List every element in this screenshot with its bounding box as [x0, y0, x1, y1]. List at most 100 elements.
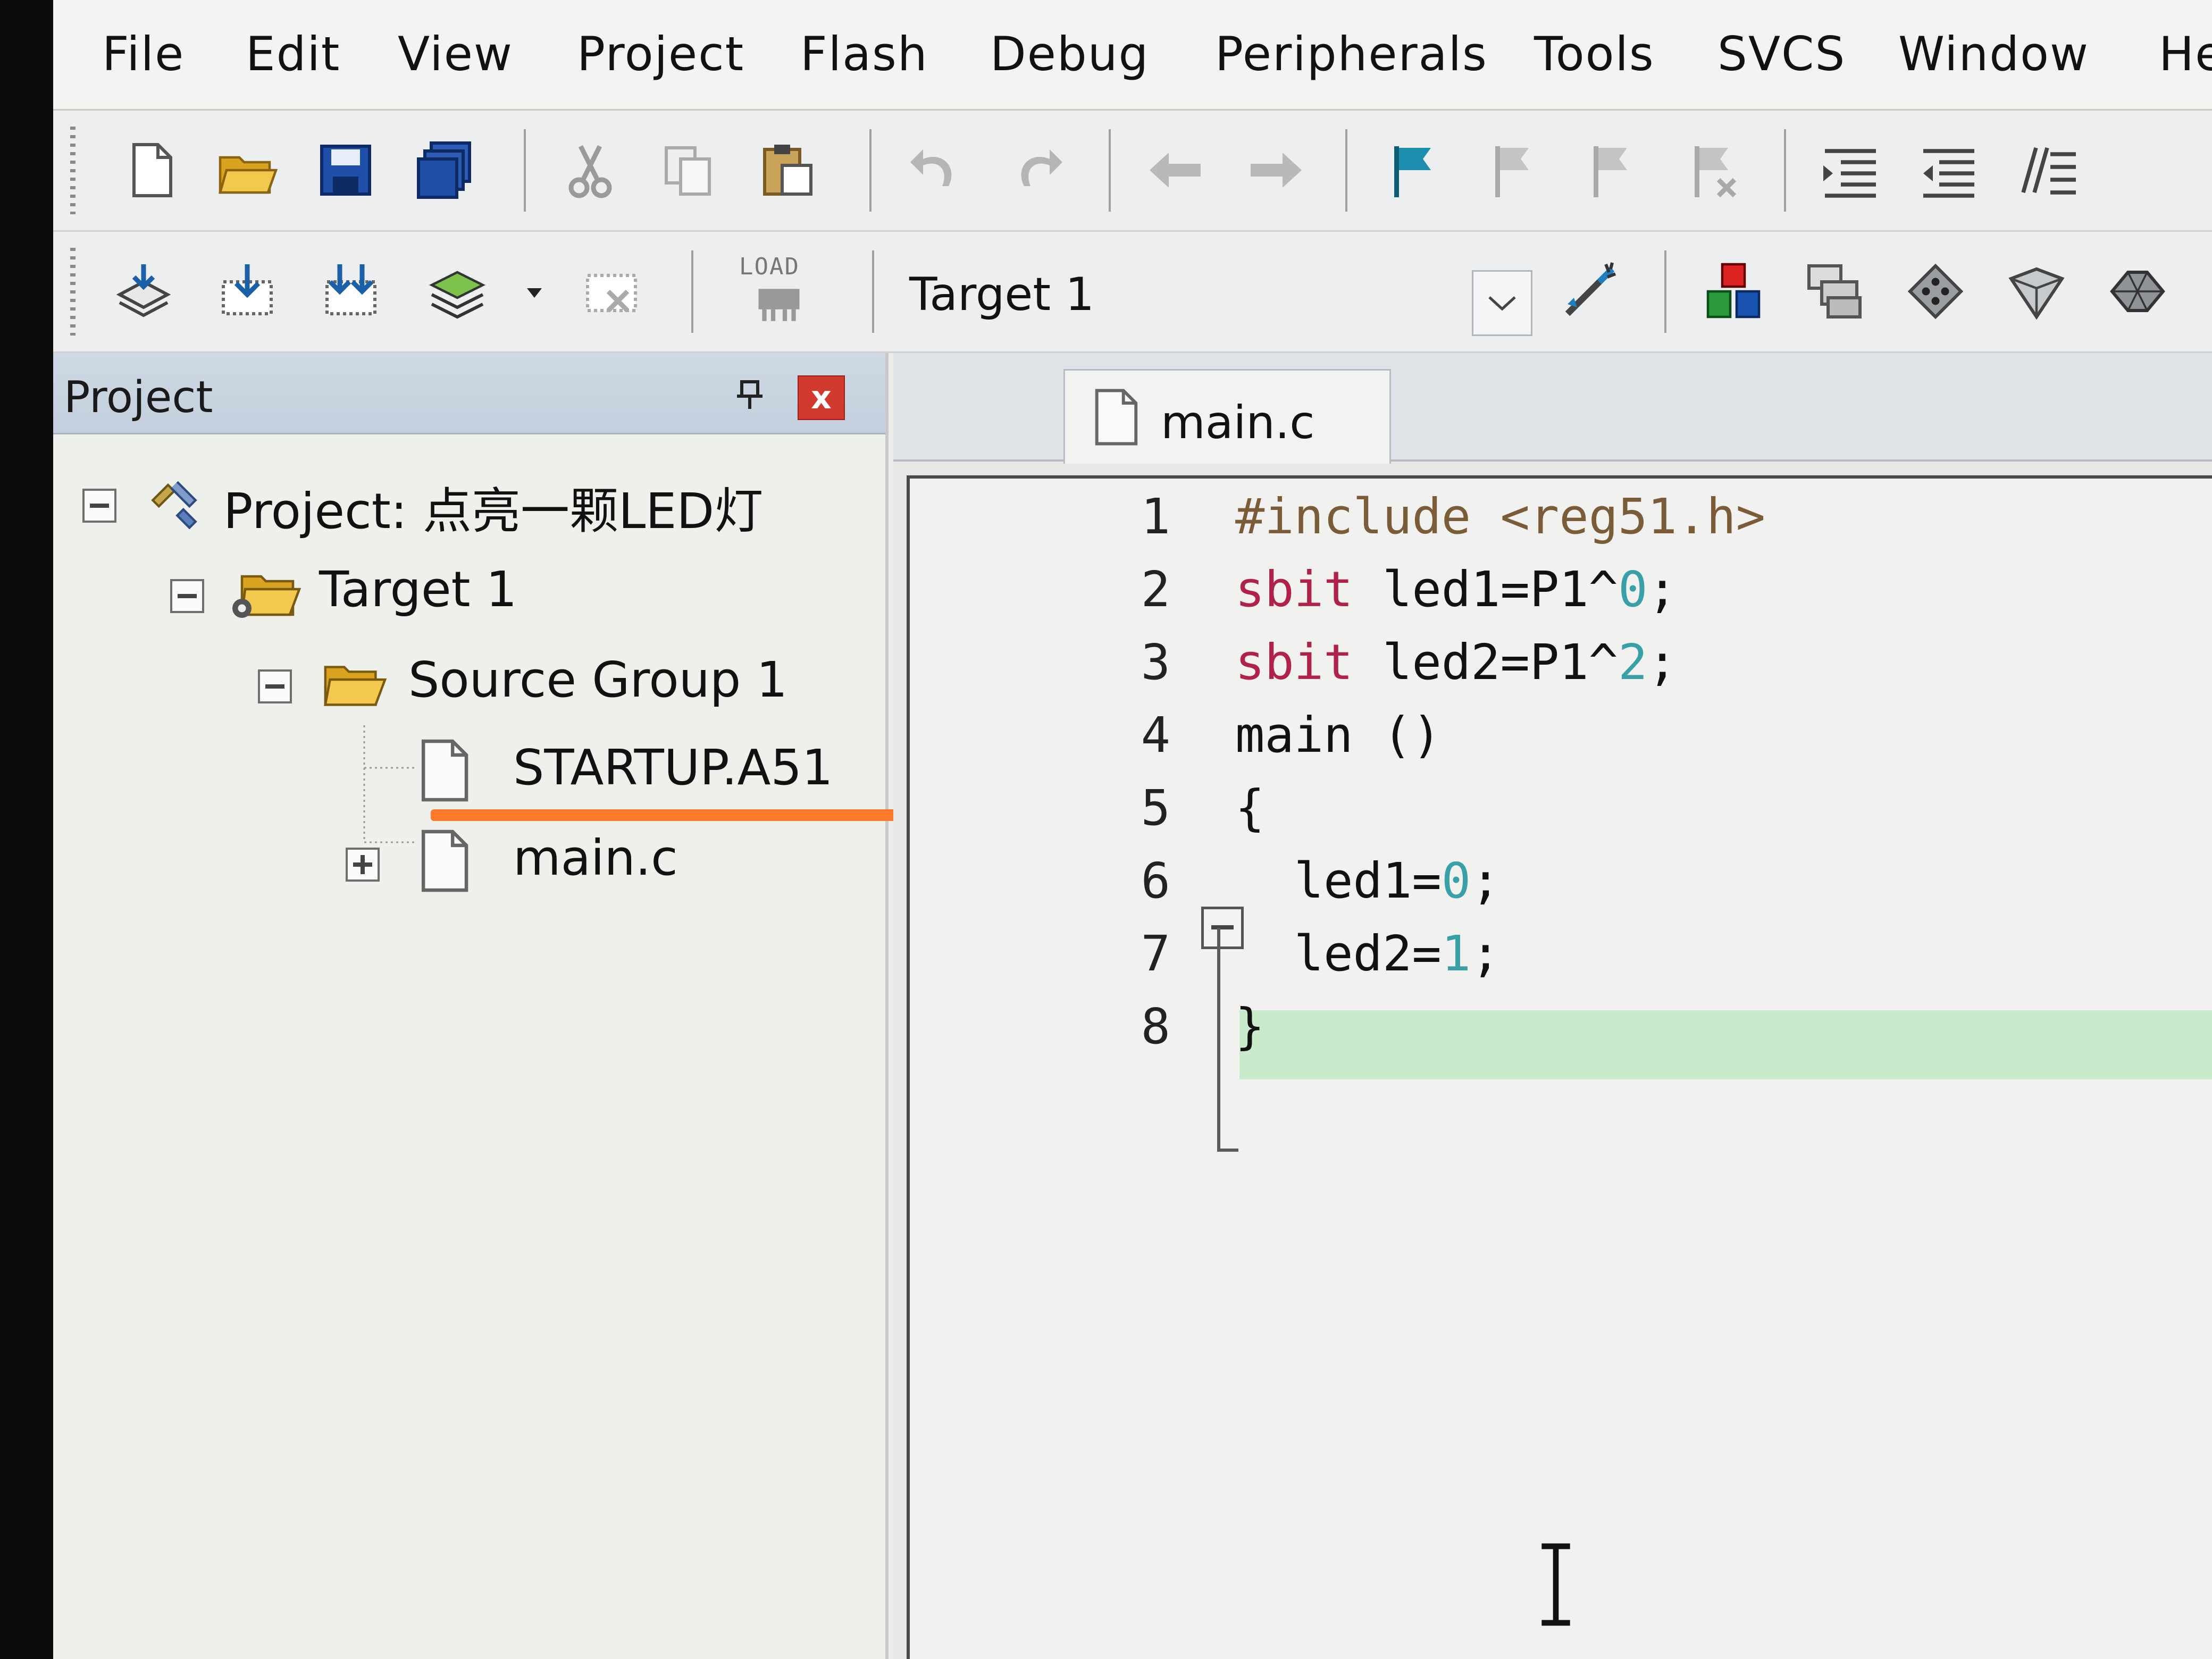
menu-edit[interactable]: Edit: [246, 27, 340, 81]
menu-file[interactable]: File: [102, 27, 185, 81]
build-toolbar: LOAD Target 1: [53, 232, 2212, 353]
expand-toggle[interactable]: [346, 848, 380, 882]
translate-icon[interactable]: [112, 259, 175, 323]
number-token: 0: [1441, 852, 1471, 909]
build-icon[interactable]: [215, 259, 279, 323]
tree-source-group[interactable]: Source Group 1: [53, 648, 883, 712]
cut-icon[interactable]: [558, 138, 622, 202]
bookmark-flag-icon[interactable]: [1380, 138, 1444, 202]
save-icon[interactable]: [314, 138, 378, 202]
next-bookmark-icon[interactable]: [1579, 138, 1643, 202]
paste-icon[interactable]: [755, 138, 819, 202]
annotation-underline: [431, 809, 917, 821]
pin-icon[interactable]: [734, 379, 766, 410]
menu-help[interactable]: He: [2159, 27, 2212, 81]
main-file-label: main.c: [513, 830, 678, 886]
menu-peripherals[interactable]: Peripherals: [1215, 27, 1488, 81]
dropdown-arrow-icon[interactable]: [524, 285, 545, 301]
file-icon: [421, 830, 468, 892]
uvision-ide: File Edit View Project Flash Debug Perip…: [53, 0, 2212, 1659]
line-number: 2: [1141, 561, 1170, 618]
code-line-3: sbit led2=P1^2;: [1235, 634, 1677, 691]
menu-project[interactable]: Project: [577, 27, 744, 81]
load-icon: [758, 289, 800, 321]
file-icon: [421, 739, 468, 802]
tree-project-root[interactable]: Project: 点亮一颗LED灯: [53, 467, 883, 540]
indent-icon[interactable]: [1819, 138, 1882, 202]
toolbar-grip[interactable]: [70, 248, 76, 336]
tree-target[interactable]: Target 1: [53, 558, 883, 622]
toolbar-separator: [872, 250, 874, 333]
toolbar-separator: [1664, 250, 1666, 333]
rebuild-icon[interactable]: [319, 259, 383, 323]
batch-build-icon[interactable]: [425, 259, 489, 323]
file-icon: [1095, 389, 1138, 446]
manage-components-icon[interactable]: [1702, 259, 1765, 323]
target-folder-icon: [232, 575, 301, 618]
project-panel-title: Project: [64, 372, 213, 423]
project-icon: [151, 481, 197, 530]
keyword-token: sbit: [1235, 634, 1353, 691]
menu-bar: File Edit View Project Flash Debug Perip…: [53, 0, 2212, 111]
select-packs-icon[interactable]: [1904, 259, 1967, 323]
target-dropdown-button[interactable]: [1472, 270, 1532, 336]
code-token: led1=: [1235, 852, 1442, 909]
clear-bookmarks-icon[interactable]: [1680, 138, 1744, 202]
comment-selection-icon[interactable]: [2015, 138, 2079, 202]
code-token: ;: [1471, 925, 1501, 982]
keyword-token: sbit: [1235, 561, 1353, 618]
target-select-value[interactable]: Target 1: [909, 268, 1094, 321]
menu-tools[interactable]: Tools: [1534, 27, 1655, 81]
code-token: led2=P1^: [1353, 634, 1619, 691]
toolbar-grip[interactable]: [70, 127, 76, 214]
outdent-icon[interactable]: [1917, 138, 1981, 202]
collapse-toggle[interactable]: [258, 669, 292, 703]
options-for-target-icon[interactable]: [1558, 259, 1622, 323]
open-file-icon[interactable]: [215, 138, 279, 202]
close-panel-button[interactable]: x: [798, 375, 845, 420]
code-token: main (): [1235, 707, 1442, 764]
software-packs-icon[interactable]: [2106, 259, 2169, 323]
tree-file-startup[interactable]: STARTUP.A51: [53, 736, 883, 802]
menu-debug[interactable]: Debug: [990, 27, 1149, 81]
menu-window[interactable]: Window: [1898, 27, 2089, 81]
code-editor[interactable]: 1 2 3 4 5 6 7 8 #include <reg51.h> sbit …: [907, 475, 2212, 1659]
stop-build-icon[interactable]: [580, 259, 643, 323]
toolbar-separator: [691, 250, 693, 333]
line-number: 8: [1141, 998, 1170, 1055]
navigate-back-icon[interactable]: [1143, 138, 1207, 202]
pack-installer-icon[interactable]: [2005, 259, 2068, 323]
menu-view[interactable]: View: [398, 27, 513, 81]
tab-main-c[interactable]: main.c: [1063, 369, 1391, 464]
download-load-button[interactable]: LOAD: [739, 253, 819, 333]
collapse-toggle[interactable]: [170, 579, 204, 613]
target-label: Target 1: [319, 561, 517, 618]
number-token: 1: [1441, 925, 1471, 982]
file-extensions-icon[interactable]: [1803, 259, 1866, 323]
previous-bookmark-icon[interactable]: [1481, 138, 1545, 202]
menu-svcs[interactable]: SVCS: [1717, 27, 1846, 81]
undo-icon[interactable]: [904, 138, 968, 202]
code-line-2: sbit led1=P1^0;: [1235, 561, 1677, 618]
collapse-toggle[interactable]: [82, 489, 116, 523]
new-file-icon[interactable]: [120, 138, 183, 202]
redo-icon[interactable]: [1005, 138, 1069, 202]
editor-pane: main.c 1 2 3 4 5 6 7 8 #include <reg51.h…: [893, 353, 2212, 1659]
source-group-label: Source Group 1: [408, 651, 788, 708]
line-number: 1: [1141, 488, 1170, 545]
project-name: Project: 点亮一颗LED灯: [223, 483, 764, 540]
editor-tab-strip: main.c: [893, 353, 2212, 464]
navigate-forward-icon[interactable]: [1244, 138, 1308, 202]
toolbar-separator: [1784, 129, 1786, 212]
save-all-icon[interactable]: [412, 138, 476, 202]
tree-file-main[interactable]: main.c: [53, 826, 883, 892]
toolbar-separator: [1345, 129, 1347, 212]
text-cursor-icon: [1541, 1543, 1570, 1626]
menu-flash[interactable]: Flash: [800, 27, 928, 81]
chevron-down-icon: [1488, 296, 1516, 311]
code-line-8: }: [1235, 998, 1264, 1055]
copy-icon[interactable]: [657, 138, 720, 202]
folder-icon: [324, 666, 387, 706]
code-token: }: [1235, 998, 1265, 1055]
load-label: LOAD: [739, 253, 800, 280]
